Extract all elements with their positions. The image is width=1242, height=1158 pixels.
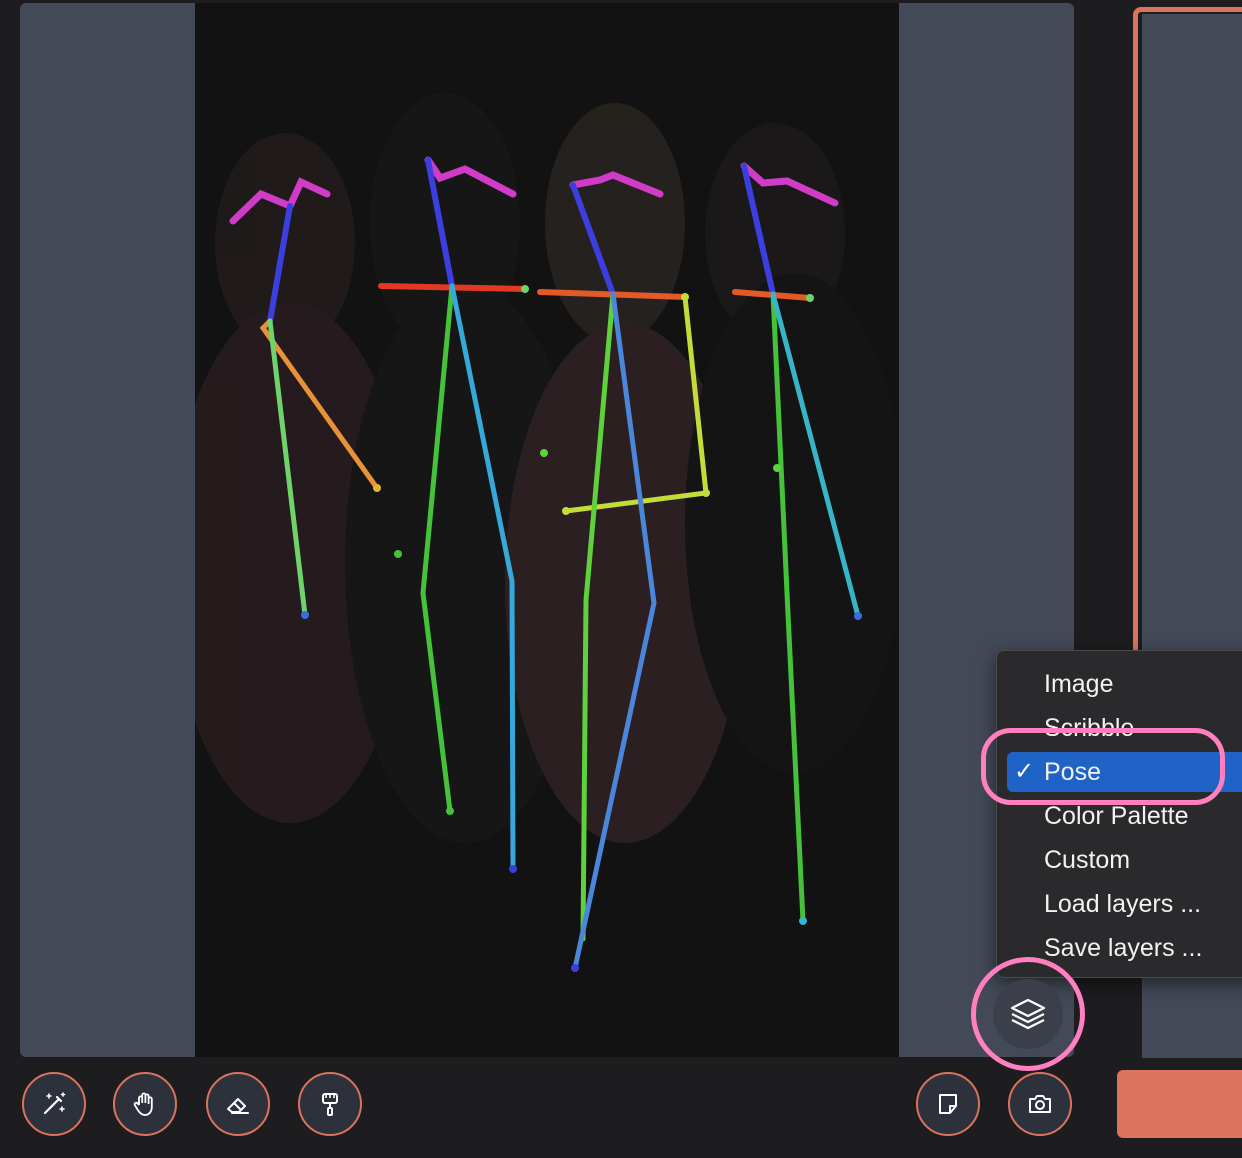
pan-button[interactable] [113,1072,177,1136]
magic-wand-button[interactable] [22,1072,86,1136]
menu-item-custom[interactable]: Custom [1007,840,1242,880]
eraser-icon [227,1098,249,1114]
hand-icon [133,1092,153,1116]
layer-menu: Image Scribble ✓ Pose Color Palette Cust… [996,650,1242,978]
layers-button[interactable] [993,979,1063,1049]
note-icon [939,1094,957,1114]
menu-item-image[interactable]: Image [1007,664,1242,704]
pose-canvas[interactable] [195,3,899,1057]
menu-item-scribble[interactable]: Scribble [1007,708,1242,748]
camera-button[interactable] [1008,1072,1072,1136]
menu-item-save-layers[interactable]: Save layers ... [1007,928,1242,968]
generate-button[interactable] [1117,1070,1242,1138]
menu-item-pose[interactable]: ✓ Pose [1007,752,1242,792]
magic-wand-icon [43,1092,66,1115]
note-button[interactable] [916,1072,980,1136]
paint-roller-button[interactable] [298,1072,362,1136]
layers-icon [1010,998,1046,1030]
eraser-button[interactable] [206,1072,270,1136]
canvas-panel[interactable] [20,3,1074,1057]
camera-icon [1029,1095,1051,1113]
checkmark-icon: ✓ [1014,758,1035,785]
menu-item-color-palette[interactable]: Color Palette [1007,796,1242,836]
pose-overlay [195,93,899,972]
menu-item-load-layers[interactable]: Load layers ... [1007,884,1242,924]
paint-roller-icon [322,1093,338,1116]
